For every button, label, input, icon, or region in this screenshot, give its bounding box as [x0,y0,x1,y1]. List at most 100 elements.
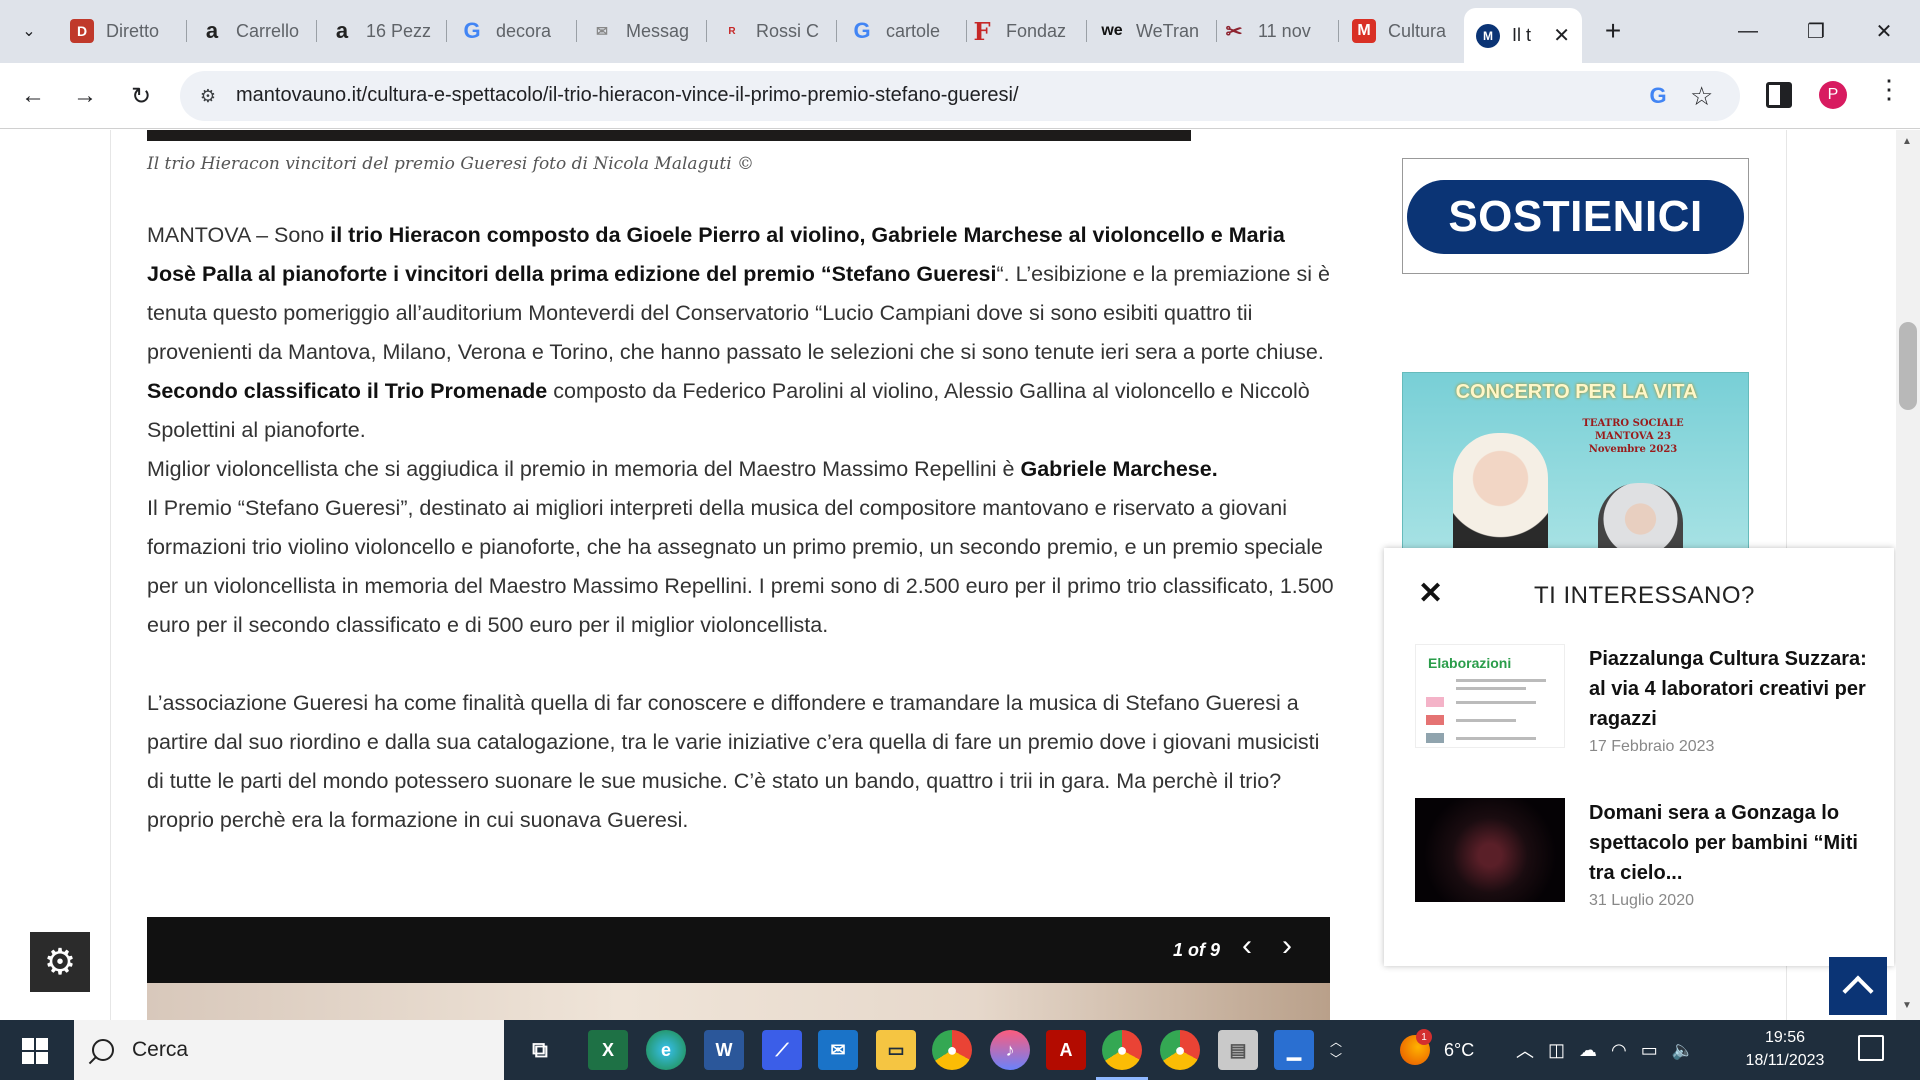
back-button[interactable]: ← [14,77,52,115]
close-icon[interactable]: ✕ [1418,576,1443,611]
profile-avatar[interactable]: P [1819,81,1847,109]
tab-1[interactable]: a Carrello [188,10,314,52]
recommended-item[interactable]: Elaborazioni Piazzalunga Cultura Suzzara… [1415,644,1875,755]
clock-date: 18/11/2023 [1745,1052,1825,1069]
tab-title: Rossi C [756,20,820,41]
new-tab-button[interactable]: + [1594,12,1632,50]
tab-10[interactable]: M Cultura [1340,10,1466,52]
url-text[interactable]: mantovauno.it/cultura-e-spettacolo/il-tr… [236,84,1019,107]
forward-button[interactable]: → [66,77,104,115]
tab-0[interactable]: D Diretto [58,10,184,52]
file-explorer-icon[interactable]: ▭ [876,1030,916,1070]
sostienici-label: SOSTIENICI [1407,180,1744,254]
weather-widget[interactable]: 1 6°C [1400,1020,1474,1080]
article-photo [147,130,1191,141]
paragraph-1: MANTOVA – Sono il trio Hieracon composto… [147,223,1330,364]
page-scrollbar[interactable]: ▲ ▼ [1896,130,1920,1020]
menu-icon[interactable]: ⋮ [1876,76,1902,102]
onedrive-cloud-icon[interactable]: ☁ [1579,1040,1597,1061]
gallery-next-icon[interactable]: › [1282,929,1292,963]
scissors-icon: ✂ [1225,20,1243,43]
chrome-icon[interactable]: ● [1160,1030,1200,1070]
gallery-image[interactable] [147,983,1330,1020]
side-panel-icon[interactable] [1766,82,1792,108]
weather-badge: 1 [1416,1029,1432,1045]
close-tab-icon[interactable]: ✕ [1553,23,1570,48]
scrollbar-thumb[interactable] [1899,322,1917,410]
tab-search-button[interactable]: ⌄ [10,12,48,50]
volume-icon[interactable]: 🔈 [1672,1040,1694,1061]
cookie-settings-gear-icon[interactable]: ⚙ [30,932,90,992]
taskbar-search[interactable]: Cerca [74,1020,504,1080]
battery-icon[interactable]: ▭ [1641,1040,1658,1061]
clock-time: 19:56 [1764,1029,1806,1046]
tab-9[interactable]: ✂ 11 nov [1210,10,1336,52]
tab-5[interactable]: R Rossi C [708,10,834,52]
acrobat-icon[interactable]: A [1046,1030,1086,1070]
tab-title: Cultura [1388,20,1447,41]
scroll-to-top-button[interactable] [1829,957,1887,1015]
chrome-profile-icon[interactable]: ● [1096,1030,1148,1080]
gallery-counter: 1 of 9 [1173,940,1221,960]
meet-now-icon[interactable]: ◫ [1548,1040,1565,1061]
notifications-icon[interactable] [1858,1035,1884,1061]
tab-title: Diretto [106,20,160,41]
tab-4[interactable]: ✉ Messag [578,10,704,52]
recommended-thumb: Elaborazioni [1415,644,1565,748]
tab-title: decora [496,20,552,41]
chevron-up-icon [1842,975,1874,1007]
tab-6[interactable]: G cartole [838,10,964,52]
tab-title: WeTran [1136,20,1200,41]
tab-7[interactable]: F Fondaz [958,10,1084,52]
concerto-venue: TEATRO SOCIALE MANTOVA 23 Novembre 2023 [1582,418,1684,455]
reload-button[interactable]: ↻ [122,77,160,115]
concerto-photo-woman [1453,433,1548,551]
article-body: MANTOVA – Sono il trio Hieracon composto… [147,216,1337,840]
scroll-down-arrow-icon[interactable]: ▼ [1902,1000,1912,1011]
excel-icon[interactable]: X [588,1030,628,1070]
tab-11-active[interactable]: M Il t ✕ [1464,8,1582,63]
tab-title: Fondaz [1006,20,1067,41]
wetransfer-icon: we [1101,22,1123,39]
recommended-title[interactable]: Piazzalunga Cultura Suzzara: al via 4 la… [1589,644,1879,734]
recommended-title[interactable]: Domani sera a Gonzaga lo spettacolo per … [1589,798,1879,888]
weather-icon: 1 [1400,1029,1432,1065]
site-settings-icon[interactable]: ⚙ [196,84,220,108]
edge-icon[interactable]: e [646,1030,686,1070]
address-bar[interactable]: ⚙ mantovauno.it/cultura-e-spettacolo/il-… [180,71,1740,121]
tab-2[interactable]: a 16 Pezz [318,10,444,52]
google-icon: G [463,18,481,43]
notepad-icon[interactable]: ▤ [1218,1030,1258,1070]
recommended-item[interactable]: Domani sera a Gonzaga lo spettacolo per … [1415,798,1875,909]
sostienici-banner[interactable]: SOSTIENICI [1402,158,1749,274]
scroll-up-arrow-icon[interactable]: ▲ [1902,136,1912,147]
windows-taskbar: Cerca ⧉ X e W ⟋ ✉ ▭ ● ♪ A ● ● ▤ ▁ ︿ ﹀ 1 6… [0,1020,1920,1080]
bookmark-star-icon[interactable]: ☆ [1690,81,1713,112]
close-window-button[interactable]: ✕ [1850,0,1918,63]
tab-3[interactable]: G decora [448,10,574,52]
task-view-icon[interactable]: ⧉ [520,1030,560,1070]
concerto-title: CONCERTO PER LA VITA [1455,381,1698,403]
photo-caption: Il trio Hieracon vincitori del premio Gu… [147,154,755,174]
remote-icon[interactable]: ▁ [1274,1030,1314,1070]
tab-strip: ⌄ D Diretto a Carrello a 16 Pezz G decor… [0,0,1920,63]
windows-start-icon[interactable] [22,1038,48,1064]
wifi-icon[interactable]: ◠ [1611,1040,1627,1061]
itunes-icon[interactable]: ♪ [990,1030,1030,1070]
minimize-button[interactable]: — [1714,0,1782,63]
tab-8[interactable]: we WeTran [1088,10,1214,52]
google-icon: G [853,18,871,43]
gallery-prev-icon[interactable]: ‹ [1242,929,1252,963]
restore-button[interactable]: ❐ [1782,0,1850,63]
recommended-date: 31 Luglio 2020 [1589,892,1694,909]
word-icon[interactable]: W [704,1030,744,1070]
system-clock[interactable]: 19:56 18/11/2023 [1730,1026,1840,1072]
taskbar-overflow-icon[interactable]: ︿ ﹀ [1330,1020,1342,1080]
chrome-icon[interactable]: ● [932,1030,972,1070]
google-lens-icon[interactable]: G [1645,83,1671,109]
show-hidden-icons-icon[interactable]: ︿ [1516,1037,1534,1063]
powerautomate-icon[interactable]: ⟋ [762,1030,802,1070]
concerto-ad-banner[interactable]: CONCERTO PER LA VITA TEATRO SOCIALE MANT… [1402,372,1749,552]
concerto-photo-man [1598,483,1683,551]
mail-icon[interactable]: ✉ [818,1030,858,1070]
